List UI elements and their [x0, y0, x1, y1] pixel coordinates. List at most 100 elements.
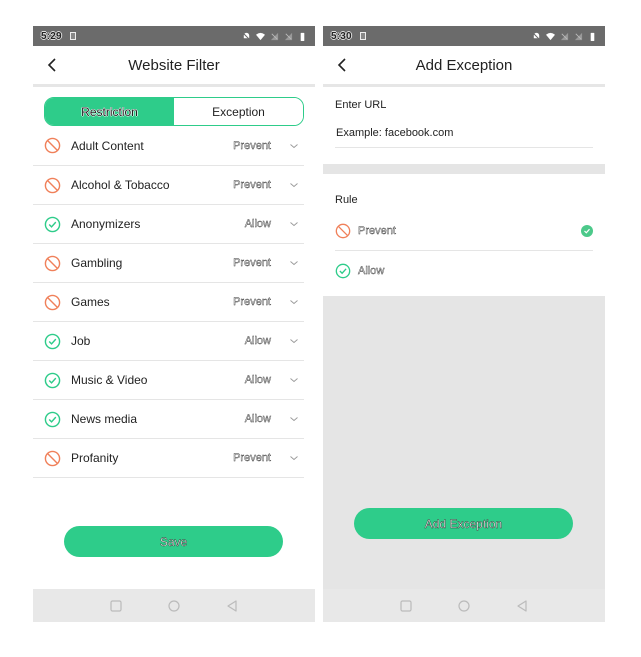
signal-off-icon-2: [574, 32, 583, 40]
category-rule-dropdown[interactable]: Prevent: [211, 257, 271, 269]
system-nav-bar: [323, 589, 605, 622]
allow-icon: [44, 411, 61, 427]
rule-option-prevent[interactable]: Prevent: [335, 212, 593, 251]
prevent-icon: [44, 177, 61, 193]
tab-exception[interactable]: Exception: [174, 98, 303, 125]
page-title: Website Filter: [128, 56, 220, 74]
category-rule-dropdown[interactable]: Allow: [211, 374, 272, 386]
prevent-icon: [44, 294, 61, 310]
category-name: Anonymizers: [71, 217, 141, 231]
triangle-back-icon: [227, 599, 237, 612]
prevent-icon: [44, 450, 61, 466]
url-field-block: Enter URL: [323, 99, 605, 148]
square-icon: [400, 599, 412, 612]
back-nav-button[interactable]: [513, 597, 531, 615]
home-button[interactable]: [165, 597, 183, 615]
chevron-down-icon: [290, 378, 298, 383]
chevron-down-icon: [290, 339, 298, 344]
url-input[interactable]: [335, 123, 593, 148]
category-rule-dropdown[interactable]: Prevent: [211, 139, 271, 151]
allow-icon: [335, 263, 351, 278]
recents-button[interactable]: [107, 597, 125, 615]
allow-icon: [44, 372, 61, 388]
page-title: Add Exception: [415, 56, 513, 74]
signal-off-icon: [270, 32, 279, 40]
notifications-off-icon: [242, 32, 251, 40]
category-row[interactable]: Games Prevent: [33, 283, 304, 322]
circle-icon: [458, 599, 470, 612]
url-field-label: Enter URL: [335, 99, 387, 111]
chevron-down-icon: [290, 222, 298, 227]
circle-icon: [168, 599, 180, 612]
category-row[interactable]: Job Allow: [33, 322, 304, 361]
rule-option-allow[interactable]: Allow: [335, 251, 593, 290]
add-exception-button[interactable]: Add Exception: [354, 508, 573, 539]
system-nav-bar: [33, 589, 315, 622]
category-name: Gambling: [71, 256, 123, 270]
category-row[interactable]: Alcohol & Tobacco Prevent: [33, 166, 304, 205]
category-rule-dropdown[interactable]: Allow: [211, 335, 272, 347]
category-row[interactable]: ReligionsAllow: [33, 478, 304, 480]
rule-label: Rule: [335, 194, 358, 206]
status-time: 5:29: [41, 30, 62, 42]
category-rule-dropdown[interactable]: Prevent: [211, 179, 271, 191]
category-row[interactable]: Music & Video Allow: [33, 361, 304, 400]
allow-icon: [44, 216, 61, 232]
category-name: Music & Video: [71, 373, 148, 387]
section-divider: [323, 164, 605, 174]
category-list: Adult Content Prevent Alcohol & Tobacco Pre…: [33, 126, 315, 480]
category-name: Games: [71, 295, 110, 309]
triangle-back-icon: [517, 599, 527, 612]
tab-restriction[interactable]: Restriction: [45, 98, 174, 125]
category-row[interactable]: Adult Content Prevent: [33, 126, 304, 166]
category-row[interactable]: Anonymizers Allow: [33, 205, 304, 244]
chevron-down-icon: [290, 417, 298, 422]
app-bar: Add Exception: [323, 46, 605, 87]
category-name: Alcohol & Tobacco: [71, 178, 170, 192]
category-name: Job: [71, 334, 91, 348]
status-bar: 5:29: [33, 26, 315, 46]
rule-option-label: Allow: [358, 264, 385, 277]
wifi-icon: [546, 32, 555, 40]
back-nav-button[interactable]: [223, 597, 241, 615]
save-button[interactable]: Save: [64, 526, 283, 557]
category-rule-dropdown[interactable]: Allow: [211, 413, 272, 425]
rule-option-label: Prevent: [358, 225, 396, 237]
chevron-down-icon: [290, 183, 298, 188]
prevent-icon: [44, 255, 61, 271]
category-rule-dropdown[interactable]: Prevent: [211, 452, 271, 464]
selected-check-icon: [581, 225, 593, 237]
wifi-icon: [256, 32, 265, 40]
chevron-down-icon: [290, 456, 298, 461]
status-bar: 5:30: [323, 26, 605, 46]
back-button[interactable]: [43, 54, 63, 76]
category-name: Adult Content: [71, 138, 144, 153]
category-name: Profanity: [71, 451, 119, 465]
website-filter-screen: 5:29 Website Filter Restriction Exceptio…: [33, 26, 315, 622]
empty-area: [323, 296, 605, 589]
status-time: 5:30: [331, 30, 352, 42]
category-rule-dropdown[interactable]: Allow: [211, 218, 272, 230]
sim-icon: [69, 32, 76, 40]
filter-mode-segment: Restriction Exception: [44, 97, 304, 126]
category-row[interactable]: News media Allow: [33, 400, 304, 439]
prevent-icon: [44, 137, 61, 154]
signal-off-icon: [560, 32, 569, 40]
notifications-off-icon: [532, 32, 541, 40]
chevron-down-icon: [290, 143, 298, 148]
battery-icon: [300, 32, 305, 41]
category-row[interactable]: Profanity Prevent: [33, 439, 304, 478]
category-name: News media: [71, 412, 138, 426]
signal-off-icon-2: [284, 32, 293, 40]
sim-icon: [359, 32, 366, 40]
chevron-down-icon: [290, 261, 298, 266]
app-bar: Website Filter: [33, 46, 315, 87]
category-rule-dropdown[interactable]: Prevent: [211, 296, 271, 308]
prevent-icon: [335, 223, 351, 239]
home-button[interactable]: [455, 597, 473, 615]
allow-icon: [44, 333, 61, 349]
back-button[interactable]: [333, 54, 353, 76]
recents-button[interactable]: [397, 597, 415, 615]
chevron-down-icon: [290, 300, 298, 305]
category-row[interactable]: Gambling Prevent: [33, 244, 304, 283]
